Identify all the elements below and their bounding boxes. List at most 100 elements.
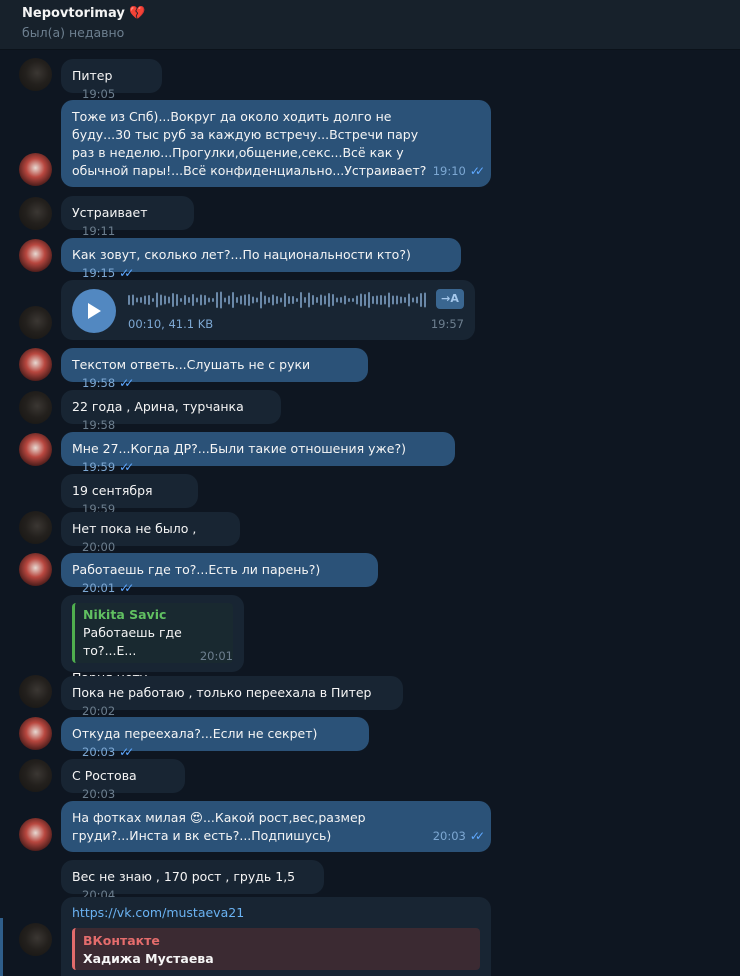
- transcribe-button[interactable]: →A: [436, 289, 464, 309]
- waveform-bar: [344, 295, 346, 305]
- waveform-bar: [328, 293, 330, 307]
- reply-author: Nikita Savic: [83, 607, 167, 622]
- incoming-message[interactable]: Вес не знаю , 170 рост , грудь 1,5 20:04: [61, 860, 324, 902]
- outgoing-message[interactable]: Как зовут, сколько лет?...По национально…: [61, 238, 461, 280]
- message-text: Питер: [72, 68, 113, 83]
- waveform-bar: [180, 298, 182, 302]
- waveform-bar: [216, 292, 218, 308]
- waveform-bar: [384, 295, 386, 305]
- outgoing-message[interactable]: Работаешь где то?...Есть ли парень?) 20:…: [61, 553, 378, 595]
- waveform-bar: [224, 297, 226, 303]
- outgoing-message[interactable]: На фотках милая 😍...Какой рост,вес,разме…: [61, 801, 491, 852]
- waveform-bar: [332, 294, 334, 306]
- my-avatar[interactable]: [19, 239, 52, 272]
- message-list[interactable]: Питер 19:05 Тоже из Спб)...Вокруг да око…: [0, 51, 740, 976]
- read-checkmarks-icon: ✓✓: [469, 829, 485, 843]
- waveform-bar: [156, 292, 158, 308]
- my-avatar[interactable]: [19, 818, 52, 851]
- my-avatar[interactable]: [19, 153, 52, 186]
- message-text: С Ростова: [72, 768, 137, 783]
- message-meta: 19:10 ✓✓: [433, 162, 485, 180]
- waveform-bar: [408, 293, 410, 307]
- waveform-bar: [188, 297, 190, 303]
- incoming-reply-message[interactable]: Nikita Savic Работаешь где то?...Е... Па…: [61, 595, 244, 685]
- play-button[interactable]: [72, 289, 116, 333]
- incoming-message[interactable]: С Ростова 20:03: [61, 759, 185, 801]
- waveform-bar: [296, 298, 298, 302]
- waveform-bar: [276, 296, 278, 304]
- outgoing-message[interactable]: Мне 27...Когда ДР?...Были такие отношени…: [61, 432, 455, 474]
- waveform-bar: [292, 296, 294, 304]
- message-text: Устраивает: [72, 205, 148, 220]
- contact-avatar[interactable]: [19, 391, 52, 424]
- voice-message[interactable]: 00:10, 41.1 KB →A 19:57: [61, 280, 475, 340]
- waveform-bar: [144, 295, 146, 305]
- my-avatar[interactable]: [19, 553, 52, 586]
- read-checkmarks-icon: ✓✓: [469, 164, 485, 178]
- message-text: Работаешь где то?...Есть ли парень?): [72, 562, 321, 577]
- waveform-bar: [348, 298, 350, 302]
- outgoing-message[interactable]: Откуда переехала?...Если не секрет) 20:0…: [61, 717, 369, 759]
- my-avatar[interactable]: [19, 717, 52, 750]
- waveform-bar: [316, 297, 318, 303]
- waveform-bar: [152, 298, 154, 302]
- contact-avatar[interactable]: [19, 197, 52, 230]
- read-checkmarks-icon: ✓✓: [119, 266, 134, 280]
- contact-name[interactable]: Nepovtorimay 💔: [22, 5, 740, 22]
- chat-header[interactable]: Nepovtorimay 💔 был(а) недавно: [0, 0, 740, 50]
- incoming-message[interactable]: 22 года , Арина, турчанка 19:58: [61, 390, 281, 432]
- contact-avatar[interactable]: [19, 306, 52, 339]
- waveform-bar: [308, 292, 310, 308]
- waveform-bar: [412, 297, 414, 303]
- incoming-message[interactable]: Пока не работаю , только переехала в Пит…: [61, 676, 403, 718]
- waveform-bar: [284, 293, 286, 307]
- preview-title: Хадижа Мустаева: [83, 951, 214, 966]
- waveform-bar: [164, 295, 166, 305]
- waveform-bar: [132, 294, 134, 306]
- waveform-bar: [420, 293, 422, 307]
- my-avatar[interactable]: [19, 348, 52, 381]
- waveform-bar: [396, 295, 398, 305]
- incoming-message[interactable]: Нет пока не было , 20:00: [61, 512, 240, 554]
- waveform-bar: [172, 293, 174, 307]
- incoming-link-message[interactable]: https://vk.com/mustaeva21 ВКонтакте Хади…: [61, 897, 491, 976]
- incoming-message[interactable]: Питер 19:05: [61, 59, 162, 101]
- contact-avatar[interactable]: [19, 675, 52, 708]
- voice-waveform[interactable]: [128, 290, 430, 310]
- waveform-bar: [368, 292, 370, 308]
- waveform-bar: [236, 297, 238, 303]
- waveform-bar: [136, 297, 138, 303]
- incoming-message[interactable]: Устраивает 19:11: [61, 196, 194, 238]
- waveform-bar: [264, 295, 266, 305]
- waveform-bar: [300, 292, 302, 308]
- waveform-bar: [340, 297, 342, 303]
- waveform-bar: [288, 296, 290, 304]
- message-text: Вес не знаю , 170 рост , грудь 1,5: [72, 869, 296, 884]
- waveform-bar: [176, 294, 178, 306]
- voice-duration: 00:10, 41.1 KB: [128, 317, 214, 331]
- incoming-message[interactable]: 19 сентября 19:59: [61, 474, 198, 516]
- my-avatar[interactable]: [19, 433, 52, 466]
- play-icon: [88, 303, 101, 319]
- message-text: 19 сентября: [72, 483, 153, 498]
- message-link[interactable]: https://vk.com/mustaeva21: [72, 904, 480, 922]
- waveform-bar: [192, 294, 194, 306]
- link-preview[interactable]: ВКонтакте Хадижа Мустаева: [72, 928, 480, 970]
- contact-avatar[interactable]: [19, 58, 52, 91]
- waveform-bar: [160, 294, 162, 306]
- outgoing-message[interactable]: Текстом ответь...Слушать не с руки 19:58…: [61, 348, 368, 390]
- outgoing-message[interactable]: Тоже из Спб)...Вокруг да около ходить до…: [61, 100, 491, 187]
- waveform-bar: [196, 297, 198, 303]
- waveform-bar: [320, 294, 322, 306]
- contact-avatar[interactable]: [19, 759, 52, 792]
- waveform-bar: [268, 297, 270, 303]
- message-text: Нет пока не было ,: [72, 521, 197, 536]
- waveform-bar: [140, 297, 142, 303]
- message-text: Как зовут, сколько лет?...По национально…: [72, 247, 411, 262]
- message-text: Откуда переехала?...Если не секрет): [72, 726, 318, 741]
- contact-avatar[interactable]: [19, 511, 52, 544]
- scroll-indicator: [0, 918, 3, 976]
- contact-avatar[interactable]: [19, 923, 52, 956]
- waveform-bar: [168, 296, 170, 304]
- waveform-bar: [260, 291, 262, 309]
